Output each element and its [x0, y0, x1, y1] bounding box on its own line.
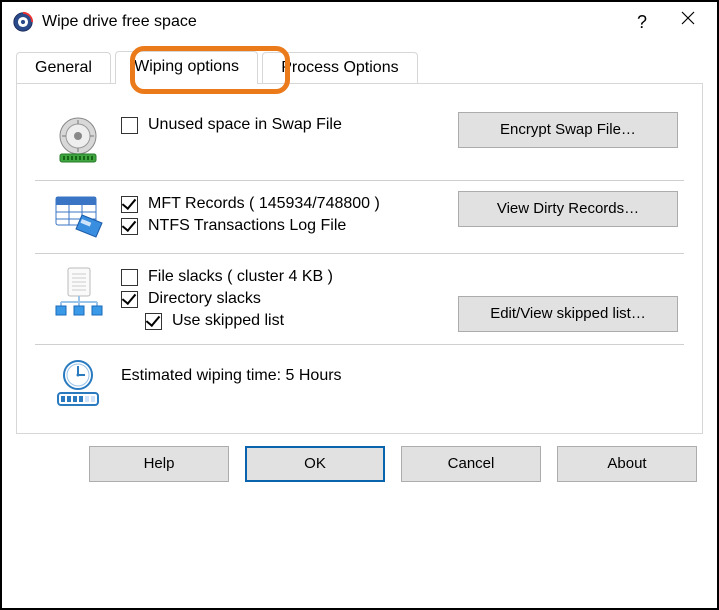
tab-panel-wiping-options: Unused space in Swap File Encrypt Swap F…	[16, 83, 703, 434]
window-title: Wipe drive free space	[42, 13, 619, 31]
tab-process-options[interactable]: Process Options	[262, 52, 417, 85]
checkbox-box	[121, 117, 138, 134]
tab-strip: General Wiping options Process Options	[16, 50, 703, 84]
estimated-time-value: 5 Hours	[286, 367, 342, 384]
section-slacks: File slacks ( cluster 4 KB ) Directory s…	[35, 253, 684, 344]
clock-progress-icon	[52, 357, 104, 413]
section-mft: MFT Records ( 145934/748800 ) NTFS Trans…	[35, 180, 684, 253]
estimated-time-prefix: Estimated wiping time:	[121, 367, 286, 384]
checkbox-mft-records[interactable]: MFT Records ( 145934/748800 )	[121, 195, 458, 213]
about-button[interactable]: About	[557, 446, 697, 482]
checkbox-box	[121, 196, 138, 213]
tab-general[interactable]: General	[16, 52, 111, 85]
section-estimate: Estimated wiping time: 5 Hours	[35, 344, 684, 423]
checkbox-label: Use skipped list	[172, 312, 284, 330]
records-icon	[52, 193, 104, 243]
dialog-footer: Help OK Cancel About	[2, 434, 717, 496]
cancel-button[interactable]: Cancel	[401, 446, 541, 482]
checkbox-label: NTFS Transactions Log File	[148, 217, 346, 235]
checkbox-box	[121, 269, 138, 286]
checkbox-label: MFT Records ( 145934/748800 )	[148, 195, 380, 213]
encrypt-swap-button[interactable]: Encrypt Swap File…	[458, 112, 678, 148]
section-swap: Unused space in Swap File Encrypt Swap F…	[35, 102, 684, 180]
app-icon	[12, 11, 34, 33]
file-tree-icon	[52, 266, 104, 334]
checkbox-box	[121, 218, 138, 235]
ok-button[interactable]: OK	[245, 446, 385, 482]
title-bar: Wipe drive free space ?	[2, 2, 717, 42]
close-icon[interactable]	[665, 2, 711, 42]
checkbox-ntfs-log[interactable]: NTFS Transactions Log File	[121, 217, 458, 235]
checkbox-directory-slacks[interactable]: Directory slacks	[121, 290, 458, 308]
checkbox-label: Unused space in Swap File	[148, 116, 342, 134]
edit-skipped-list-button[interactable]: Edit/View skipped list…	[458, 296, 678, 332]
checkbox-use-skipped-list[interactable]: Use skipped list	[121, 312, 458, 330]
checkbox-box	[145, 313, 162, 330]
checkbox-unused-swap[interactable]: Unused space in Swap File	[121, 116, 458, 134]
checkbox-label: Directory slacks	[148, 290, 261, 308]
view-dirty-records-button[interactable]: View Dirty Records…	[458, 191, 678, 227]
tab-wiping-options[interactable]: Wiping options	[115, 51, 258, 84]
checkbox-label: File slacks ( cluster 4 KB )	[148, 268, 333, 286]
safe-icon	[52, 114, 104, 170]
checkbox-box	[121, 291, 138, 308]
estimated-time-line: Estimated wiping time: 5 Hours	[121, 355, 458, 385]
help-icon[interactable]: ?	[619, 2, 665, 42]
help-button[interactable]: Help	[89, 446, 229, 482]
checkbox-file-slacks[interactable]: File slacks ( cluster 4 KB )	[121, 268, 458, 286]
